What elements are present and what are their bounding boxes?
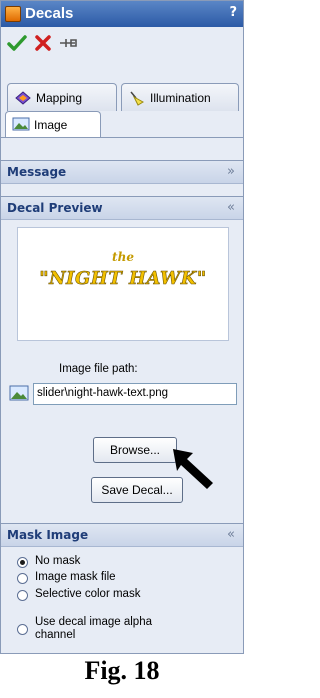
mask-option-label: Image mask file (35, 571, 116, 583)
figure-caption: Fig. 18 (84, 656, 160, 685)
tab-mapping-label: Mapping (36, 91, 83, 105)
radio-button[interactable] (17, 557, 28, 568)
tab-mapping[interactable]: Mapping (7, 83, 117, 111)
preview-small-text: the (112, 250, 134, 264)
mask-option-label: Use decal image alpha (35, 616, 152, 628)
message-group-title: Message (7, 165, 67, 179)
decal-icon (5, 6, 21, 22)
panel-title: Decals (25, 5, 74, 22)
tab-image[interactable]: Image (5, 111, 101, 137)
decal-preview-group-header[interactable]: Decal Preview « (1, 196, 243, 220)
decals-property-manager: Decals ? Mapping Illumination Image Mess… (0, 0, 244, 654)
message-group-header[interactable]: Message » (1, 160, 243, 184)
action-bar (1, 27, 243, 59)
tab-illumination[interactable]: Illumination (121, 83, 239, 111)
checkmark-icon[interactable] (7, 33, 27, 53)
expand-chevron-icon[interactable]: » (227, 164, 235, 179)
tab-strip: Mapping Illumination (1, 83, 243, 111)
mask-option-label-line2: channel (35, 629, 76, 641)
mask-image-group-title: Mask Image (7, 528, 89, 542)
mask-option-label: No mask (35, 555, 81, 567)
preview-main-text: "NIGHT HAWK" (39, 268, 207, 290)
pushpin-icon[interactable] (59, 33, 79, 53)
close-icon[interactable] (33, 33, 53, 53)
image-file-path-field[interactable]: slider\night-hawk-text.png (33, 383, 237, 405)
radio-button[interactable] (17, 624, 28, 635)
mask-option-label: Selective color mask (35, 588, 141, 600)
radio-button[interactable] (17, 590, 28, 601)
collapse-chevron-icon[interactable]: « (227, 200, 235, 215)
decal-preview-group-title: Decal Preview (7, 201, 103, 215)
mask-image-group-header[interactable]: Mask Image « (1, 523, 243, 547)
browse-button[interactable]: Browse... (93, 437, 177, 463)
image-icon (12, 117, 30, 131)
tab-divider (1, 137, 243, 138)
tab-image-label: Image (34, 118, 68, 132)
image-file-icon (9, 385, 29, 401)
title-bar: Decals ? (1, 1, 243, 27)
collapse-chevron-icon[interactable]: « (227, 527, 235, 542)
help-icon[interactable]: ? (229, 5, 237, 20)
save-decal-button[interactable]: Save Decal... (91, 477, 183, 503)
decal-preview-image: the "NIGHT HAWK" (17, 227, 229, 341)
tab-illumination-label: Illumination (150, 91, 211, 105)
illumination-icon (130, 91, 144, 106)
image-file-path-label: Image file path: (59, 363, 138, 375)
mapping-icon (15, 91, 31, 105)
radio-button[interactable] (17, 573, 28, 584)
